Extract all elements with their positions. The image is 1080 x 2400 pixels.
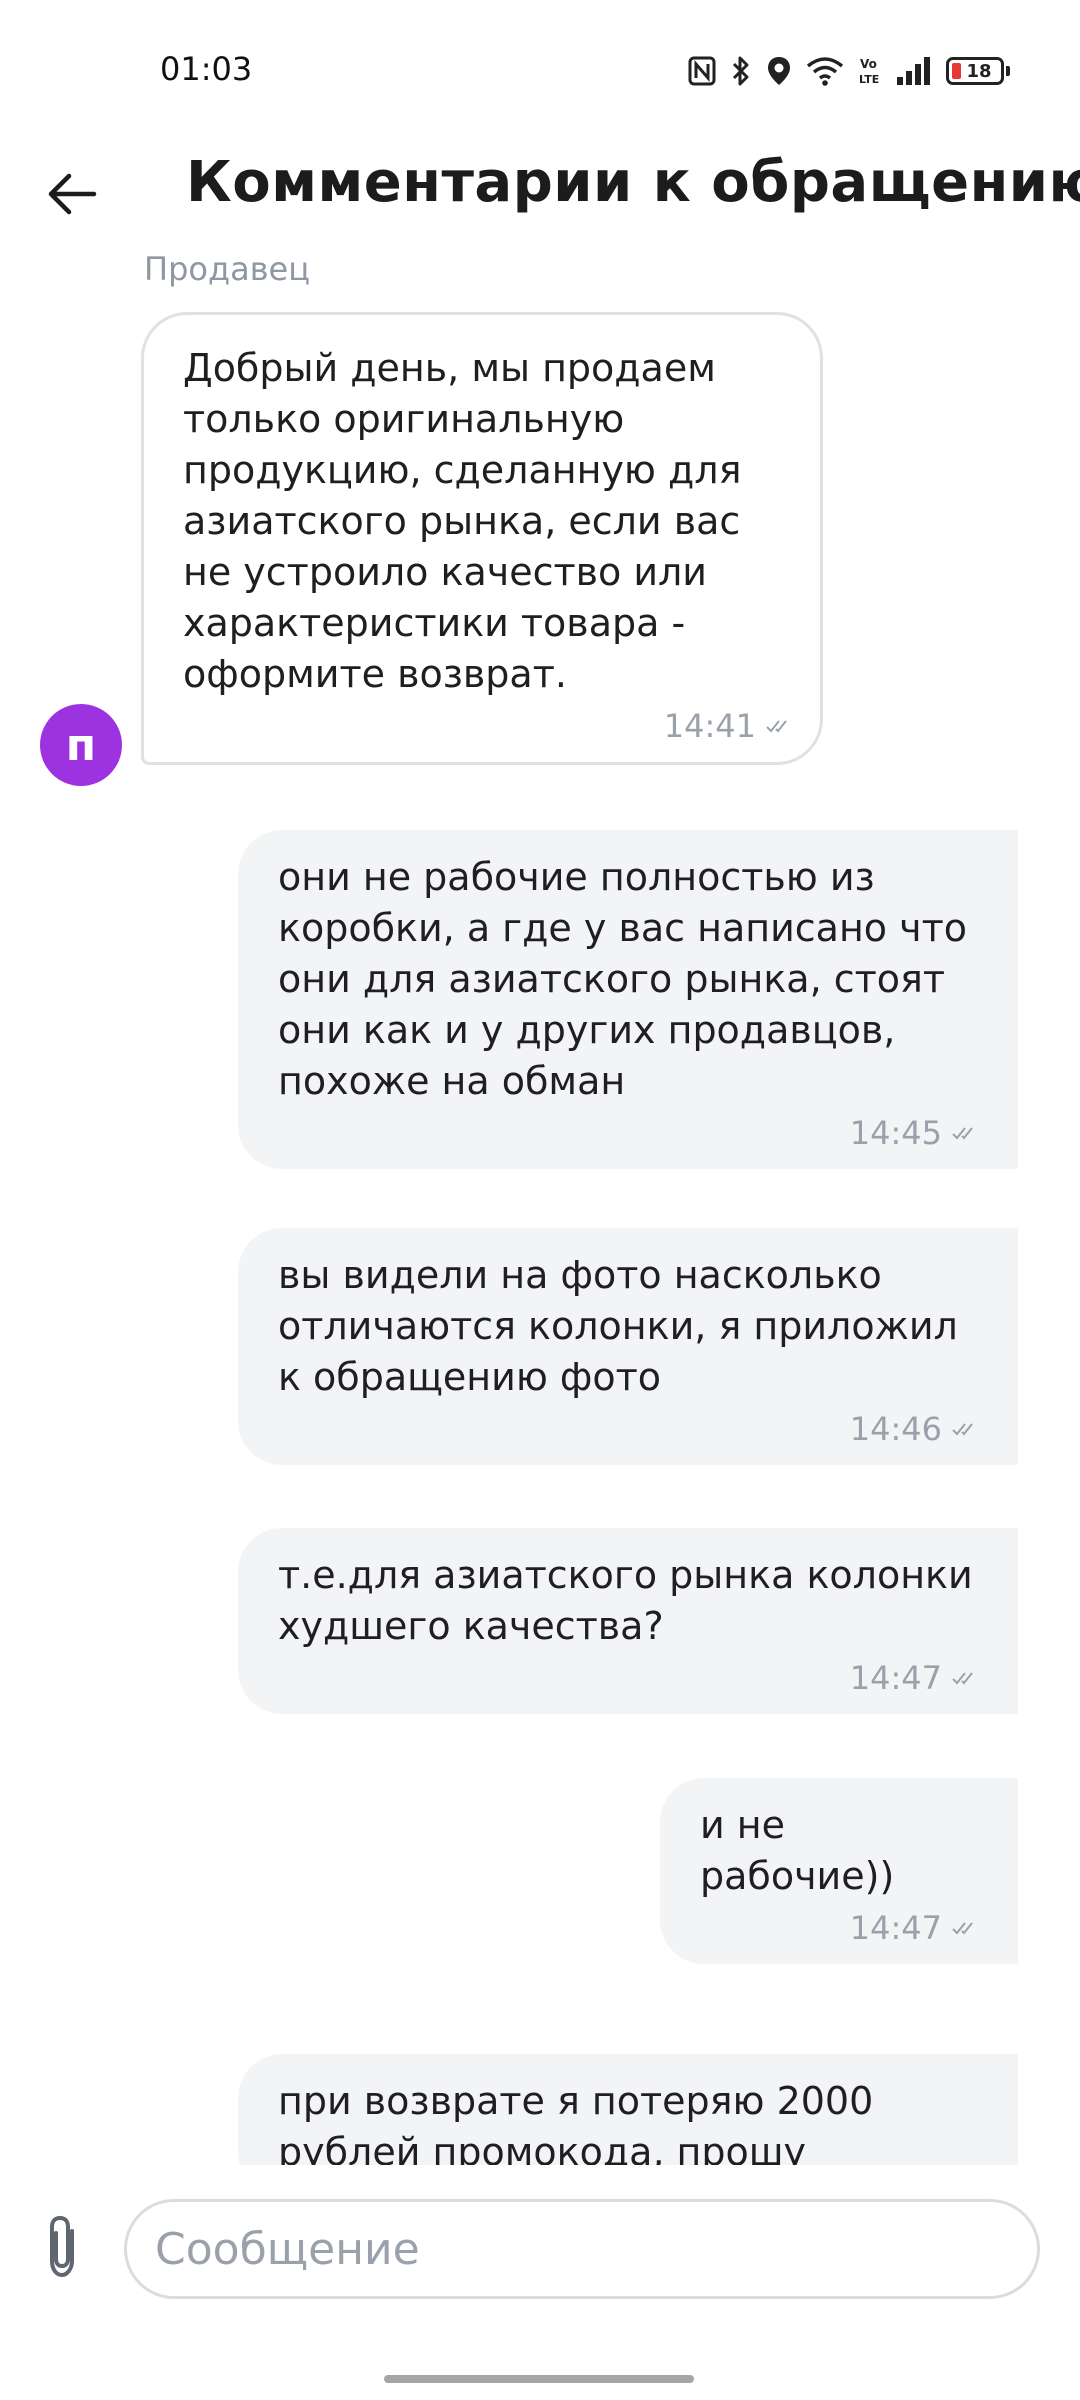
double-check-icon — [952, 1672, 973, 1685]
battery-body: 18 — [946, 57, 1004, 85]
message-meta: 14:46 — [278, 1411, 978, 1447]
message-time: 14:41 — [663, 707, 756, 745]
message-bubble-outgoing[interactable]: они не рабочие полностью из коробки, а г… — [238, 830, 1018, 1169]
battery-icon: 18 — [946, 57, 1010, 85]
back-button[interactable] — [40, 162, 104, 226]
svg-text:Vo: Vo — [860, 57, 877, 71]
location-icon — [766, 55, 792, 87]
chat-screen: 01:03 Vo LTE 18 Комментарии к обращению … — [0, 0, 1080, 2400]
battery-tip — [1006, 66, 1010, 76]
message-text: т.е.для азиатского рынка колонки худшего… — [278, 1553, 985, 1648]
message-meta: 14:47 — [700, 1910, 978, 1946]
bluetooth-icon — [730, 55, 752, 87]
message-meta: 14:41 — [183, 708, 792, 744]
message-bubble-outgoing[interactable]: при возврате я потеряю 2000 рублей промо… — [238, 2054, 1018, 2165]
message-input-bar — [0, 2165, 1080, 2315]
message-bubble-outgoing[interactable]: вы видели на фото насколько отличаются к… — [238, 1228, 1018, 1465]
message-meta: 14:45 — [278, 1115, 978, 1151]
status-time: 01:03 — [160, 50, 253, 88]
message-meta: 14:47 — [278, 1660, 978, 1696]
double-check-icon — [952, 1127, 973, 1140]
home-indicator[interactable] — [384, 2375, 694, 2383]
status-bar: 01:03 Vo LTE 18 — [0, 0, 1080, 140]
status-icons: Vo LTE 18 — [688, 50, 1010, 92]
avatar-letter: п — [65, 719, 97, 771]
wifi-icon — [806, 56, 844, 86]
chat-thread[interactable]: Продавец Добрый день, мы продаем только … — [0, 250, 1080, 2165]
message-time: 14:45 — [849, 1114, 942, 1152]
volte-icon: Vo LTE — [858, 55, 882, 87]
paperclip-icon — [50, 2215, 74, 2278]
message-bubble-outgoing[interactable]: и не рабочие)) 14:47 — [660, 1778, 1018, 1964]
sender-label: Продавец — [144, 250, 311, 288]
message-text: они не рабочие полностью из коробки, а г… — [278, 855, 980, 1103]
message-text: вы видели на фото насколько отличаются к… — [278, 1253, 970, 1399]
message-time: 14:47 — [849, 1659, 942, 1697]
battery-level: 18 — [966, 60, 992, 82]
svg-text:LTE: LTE — [859, 73, 879, 86]
message-text: и не рабочие)) — [700, 1803, 895, 1898]
message-text: при возврате я потеряю 2000 рублей промо… — [278, 2079, 886, 2165]
arrow-left-icon — [48, 173, 97, 215]
message-time: 14:47 — [849, 1909, 942, 1947]
double-check-icon — [766, 720, 787, 733]
message-input[interactable] — [124, 2199, 1040, 2299]
attach-button[interactable] — [34, 2211, 92, 2283]
message-time: 14:46 — [849, 1410, 942, 1448]
nfc-icon — [688, 56, 716, 86]
avatar[interactable]: п — [40, 704, 122, 786]
battery-fill — [952, 63, 961, 79]
app-header: Комментарии к обращению — [0, 140, 1080, 250]
double-check-icon — [952, 1423, 973, 1436]
page-title: Комментарии к обращению — [186, 150, 1080, 215]
message-text: Добрый день, мы продаем только оригиналь… — [183, 346, 754, 696]
double-check-icon — [952, 1922, 973, 1935]
message-bubble-outgoing[interactable]: т.е.для азиатского рынка колонки худшего… — [238, 1528, 1018, 1714]
message-bubble-incoming[interactable]: Добрый день, мы продаем только оригиналь… — [141, 312, 823, 765]
signal-icon — [896, 57, 932, 85]
